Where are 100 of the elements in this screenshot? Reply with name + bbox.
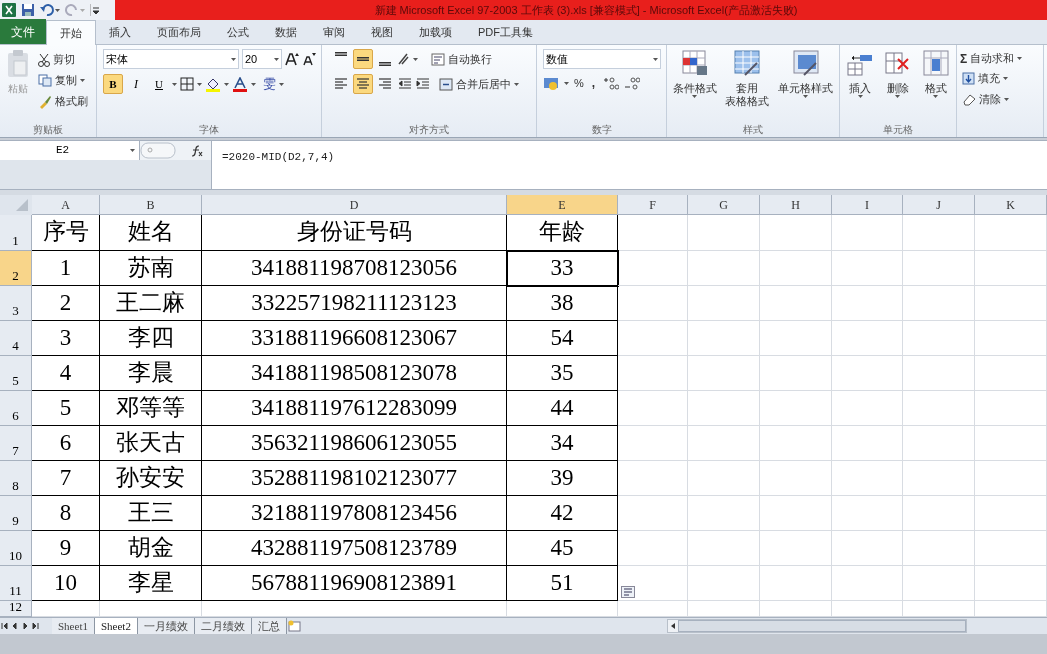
wrap-text-button[interactable]: 自动换行: [431, 50, 492, 68]
ribbon-tab[interactable]: 插入: [96, 20, 144, 44]
text-orientation-icon[interactable]: [397, 52, 419, 66]
comma-button[interactable]: ,: [588, 74, 599, 92]
undo-icon[interactable]: [40, 3, 60, 17]
column-header[interactable]: H: [760, 195, 832, 215]
table-cell: 李晨: [100, 356, 202, 391]
column-header[interactable]: K: [975, 195, 1047, 215]
ribbon-tab[interactable]: 开始: [46, 20, 96, 45]
empty-cell: [618, 391, 688, 426]
column-header[interactable]: B: [100, 195, 202, 215]
ribbon-tab[interactable]: 数据: [262, 20, 310, 44]
underline-button[interactable]: U: [149, 74, 169, 94]
table-cell: 邓等等: [100, 391, 202, 426]
row-header[interactable]: 7: [0, 426, 32, 461]
conditional-format-button[interactable]: 条件格式: [672, 49, 717, 121]
empty-cell: [688, 566, 760, 601]
column-header[interactable]: D: [202, 195, 507, 215]
shrink-font-icon[interactable]: [302, 52, 316, 66]
horizontal-scrollbar[interactable]: [667, 619, 967, 633]
autosum-button[interactable]: Σ 自动求和: [960, 49, 1023, 68]
number-format-field[interactable]: 数值: [543, 49, 661, 69]
fill-button[interactable]: 填充: [960, 68, 1023, 89]
format-painter-button[interactable]: 格式刷: [36, 91, 90, 112]
column-header[interactable]: J: [903, 195, 975, 215]
font-color-icon[interactable]: [232, 76, 248, 92]
increase-decimal-icon[interactable]: [603, 76, 620, 90]
ribbon-tab[interactable]: 公式: [214, 20, 262, 44]
align-center-button[interactable]: [353, 74, 373, 94]
sheet-tab[interactable]: Sheet2: [94, 618, 138, 634]
column-header[interactable]: I: [832, 195, 903, 215]
column-header[interactable]: E: [507, 195, 618, 215]
scissors-icon: [38, 52, 50, 67]
ribbon-tab[interactable]: 加载项: [406, 20, 465, 44]
sheet-tab[interactable]: 一月绩效: [137, 618, 195, 634]
group-label: 单元格: [883, 122, 913, 137]
formula-input[interactable]: =2020-MID(D2,7,4): [212, 141, 1047, 189]
row-header[interactable]: 4: [0, 321, 32, 356]
table-cell: 7: [32, 461, 100, 496]
row-header[interactable]: 3: [0, 286, 32, 321]
cell-styles-button[interactable]: 单元格样式: [778, 49, 834, 121]
row-header[interactable]: 6: [0, 391, 32, 426]
function-icon[interactable]: [191, 144, 203, 157]
row-header[interactable]: 11: [0, 566, 32, 601]
customize-icon[interactable]: [90, 3, 100, 17]
format-cells-button[interactable]: 格式: [921, 49, 950, 121]
autofill-options-icon[interactable]: [621, 586, 635, 598]
sheet-tab[interactable]: 汇总: [251, 618, 287, 634]
column-header[interactable]: A: [32, 195, 100, 215]
font-size-field[interactable]: 20: [242, 49, 282, 69]
table-cell: 567881196908123891: [202, 566, 507, 601]
row-header[interactable]: 9: [0, 496, 32, 531]
percent-button[interactable]: %: [574, 74, 584, 92]
column-header[interactable]: F: [618, 195, 688, 215]
delete-cells-button[interactable]: 删除: [884, 49, 912, 121]
borders-icon[interactable]: [180, 77, 194, 91]
row-header[interactable]: 5: [0, 356, 32, 391]
table-cell: 9: [32, 531, 100, 566]
align-center-icon: [355, 76, 371, 92]
bold-button[interactable]: B: [103, 74, 123, 94]
ribbon-tab[interactable]: 页面布局: [144, 20, 214, 44]
format-as-table-button[interactable]: 套用 表格格式: [725, 49, 770, 121]
group-label: 剪贴板: [33, 122, 63, 137]
excel-icon[interactable]: [2, 3, 16, 17]
caret-icon: [692, 95, 698, 98]
font-name-field[interactable]: 宋体: [103, 49, 239, 69]
copy-button[interactable]: 复制: [36, 70, 90, 91]
row-header[interactable]: 2: [0, 251, 32, 286]
merge-center-button[interactable]: 合并后居中: [439, 75, 519, 93]
currency-icon[interactable]: [543, 76, 559, 90]
column-header[interactable]: G: [688, 195, 760, 215]
row-header[interactable]: 1: [0, 215, 32, 251]
row-header[interactable]: 10: [0, 531, 32, 566]
name-box[interactable]: E2: [0, 141, 140, 160]
ribbon-tab[interactable]: 视图: [358, 20, 406, 44]
clear-button[interactable]: 清除: [960, 89, 1023, 110]
fill-color-icon[interactable]: [205, 76, 221, 92]
sheet-tab[interactable]: Sheet1: [52, 618, 95, 634]
align-middle-button[interactable]: [353, 49, 373, 69]
empty-cell: [975, 215, 1047, 251]
italic-button[interactable]: I: [126, 74, 146, 94]
sheet-tab[interactable]: 二月绩效: [194, 618, 252, 634]
row-header[interactable]: 12: [0, 601, 32, 617]
scroll-thumb[interactable]: [678, 620, 966, 632]
caret-icon: [895, 95, 901, 98]
empty-cell: [975, 426, 1047, 461]
decrease-decimal-icon[interactable]: [624, 76, 641, 90]
file-tab[interactable]: 文件: [0, 19, 46, 44]
indent-increase-icon[interactable]: [415, 77, 431, 91]
row-header[interactable]: 8: [0, 461, 32, 496]
ribbon-tab[interactable]: 审阅: [310, 20, 358, 44]
table-cell: 苏南: [100, 251, 202, 286]
insert-sheet-icon[interactable]: [286, 620, 303, 632]
insert-cells-button[interactable]: 插入: [846, 49, 875, 121]
indent-decrease-icon[interactable]: [397, 77, 413, 91]
grow-font-icon[interactable]: [285, 52, 299, 66]
ribbon-tab[interactable]: PDF工具集: [465, 20, 546, 44]
save-icon[interactable]: [21, 3, 35, 17]
phonetic-button[interactable]: 雯: [263, 74, 276, 94]
cut-button[interactable]: 剪切: [36, 49, 90, 70]
